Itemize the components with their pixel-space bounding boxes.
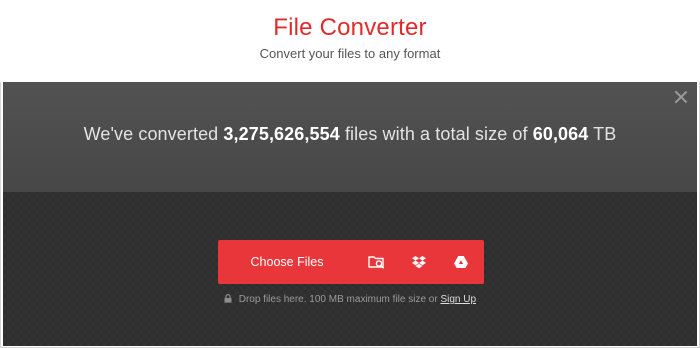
total-size: 60,064	[532, 124, 589, 144]
page-subtitle: Convert your files to any format	[259, 46, 441, 61]
stats-banner: We've converted 3,275,626,554 files with…	[3, 82, 697, 192]
sign-up-link[interactable]: Sign Up	[440, 294, 476, 305]
drop-note: Drop files here. 100 MB maximum file siz…	[3, 294, 697, 305]
files-count: 3,275,626,554	[223, 124, 340, 144]
stats-middle: files with a total size of	[344, 124, 528, 144]
folder-search-icon	[368, 256, 384, 269]
upload-area[interactable]: We've converted 3,275,626,554 files with…	[3, 82, 697, 346]
from-google-drive-button[interactable]	[440, 240, 482, 284]
dropbox-icon	[412, 255, 426, 268]
google-drive-icon	[454, 256, 468, 268]
size-unit: TB	[593, 124, 617, 144]
lock-icon	[224, 294, 232, 303]
upload-button-group: Choose Files	[218, 240, 484, 284]
stats-text: We've converted 3,275,626,554 files with…	[3, 124, 697, 145]
from-device-button[interactable]	[356, 240, 398, 284]
stats-prefix: We've converted	[83, 124, 219, 144]
drop-note-text: Drop files here. 100 MB maximum file siz…	[238, 294, 438, 305]
from-dropbox-button[interactable]	[398, 240, 440, 284]
close-icon[interactable]	[674, 90, 688, 104]
choose-files-button[interactable]: Choose Files	[218, 240, 356, 284]
page-title: File Converter	[273, 14, 427, 41]
header: File Converter Convert your files to any…	[0, 0, 700, 82]
